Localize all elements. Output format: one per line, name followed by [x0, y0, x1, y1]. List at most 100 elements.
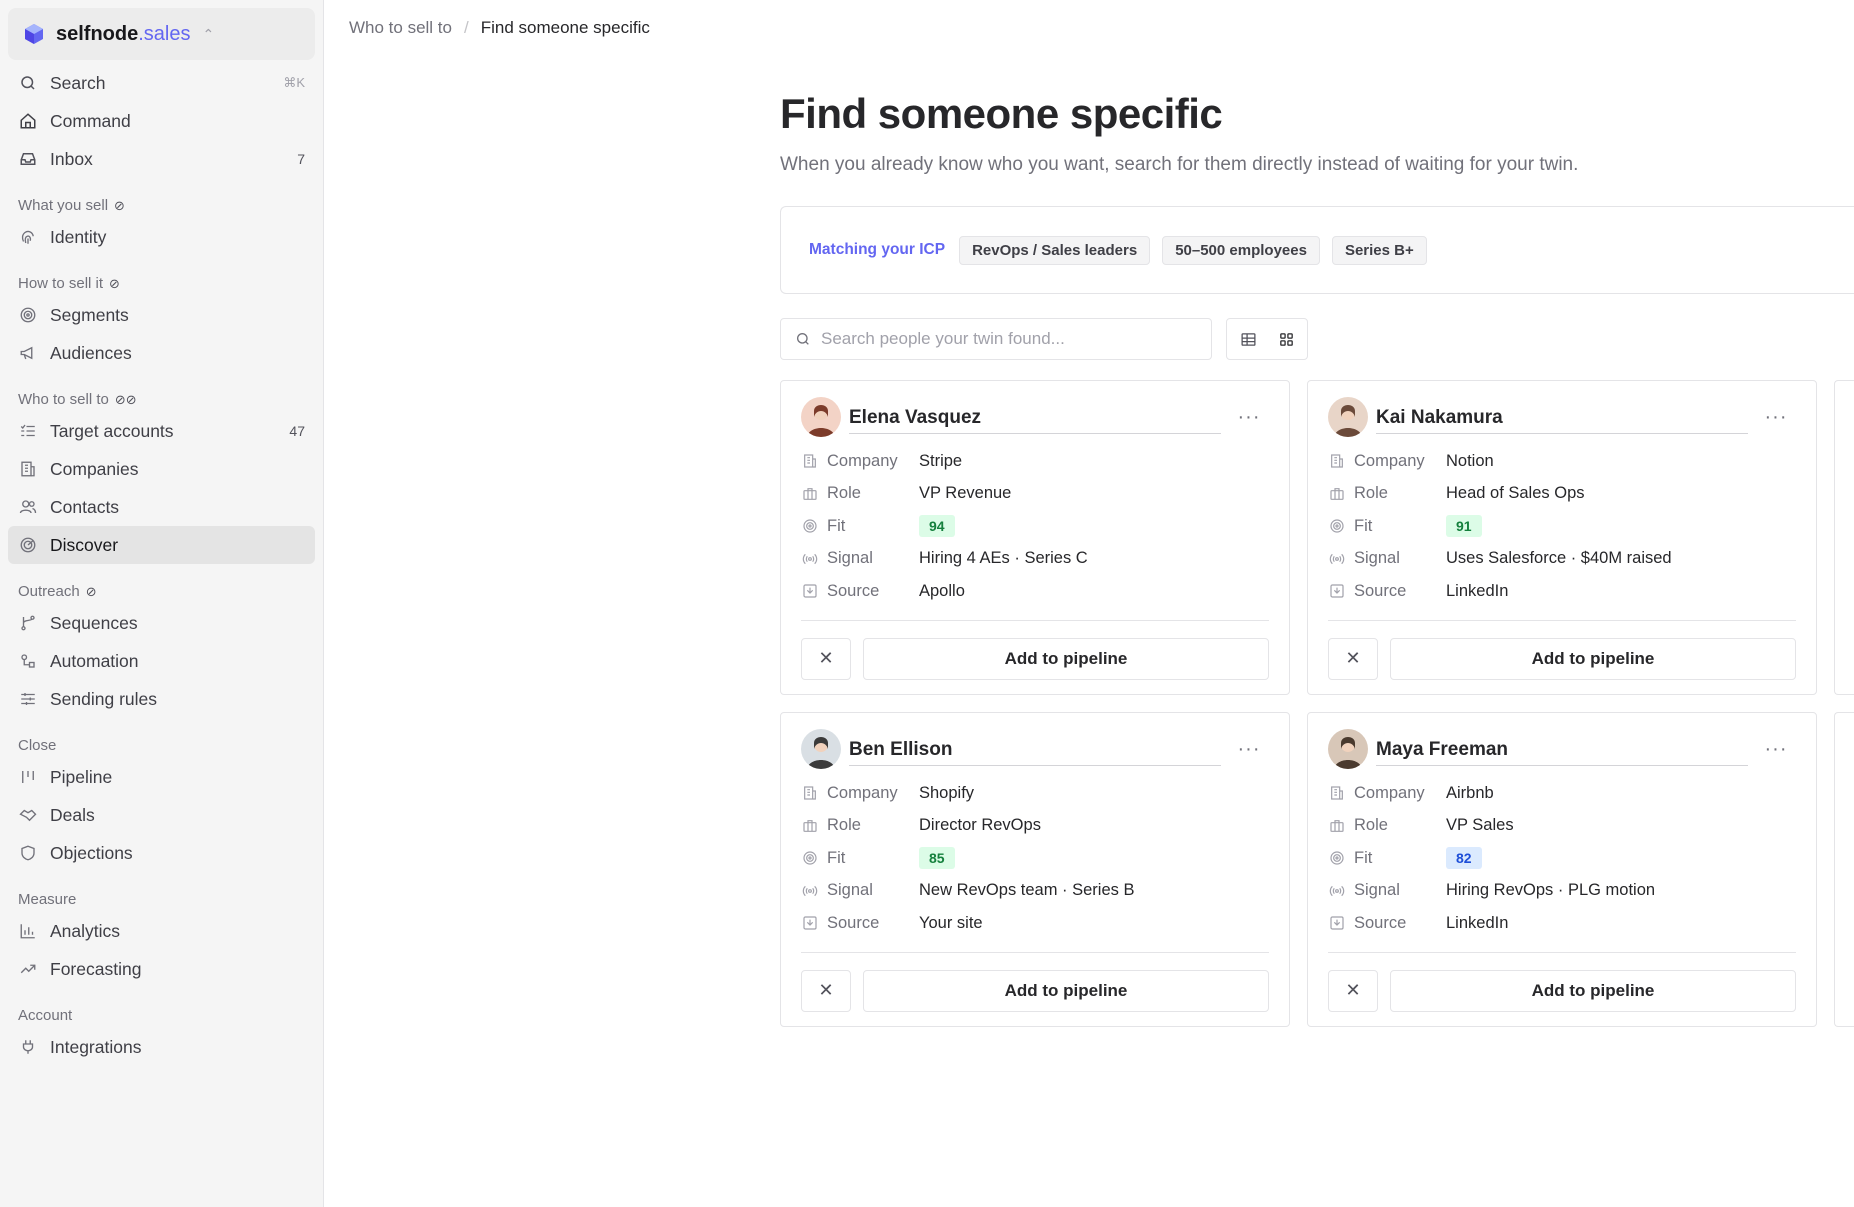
people-search[interactable]	[780, 318, 1212, 360]
sidebar-item-pipeline[interactable]: Pipeline	[8, 758, 315, 796]
grid-icon	[1279, 332, 1293, 346]
bar-chart-icon	[18, 921, 38, 941]
sidebar-item-command[interactable]: Command	[8, 102, 315, 140]
field-label: Source	[1354, 581, 1407, 600]
field-fit: Fit 91	[1328, 510, 1796, 543]
signal-value: Hiring RevOps · PLG motion	[1446, 881, 1656, 900]
sidebar-item-sending-rules[interactable]: Sending rules	[8, 680, 315, 718]
card-divider	[801, 951, 1269, 953]
sidebar-item-identity[interactable]: Identity	[8, 218, 315, 256]
field-signal: Signal Uses Salesforce · $40M raised	[1328, 543, 1796, 576]
field-label: Fit	[1354, 516, 1373, 535]
page-content: Find someone specific When you already k…	[780, 90, 1854, 1027]
sidebar-item-objections[interactable]: Objections	[8, 834, 315, 872]
section-account: Account	[18, 1007, 73, 1024]
field-company: Company Shopify	[801, 777, 1269, 810]
person-name[interactable]: Ben Ellison	[849, 739, 1221, 766]
person-card: Elena Vasquez ··· Company Stripe Role VP…	[780, 380, 1290, 695]
sidebar-item-audiences[interactable]: Audiences	[8, 334, 315, 372]
megaphone-icon	[18, 343, 38, 363]
add-to-pipeline-button[interactable]: Add to pipeline	[863, 969, 1269, 1012]
grid-view-button[interactable]	[1269, 323, 1303, 355]
fit-score-badge: 91	[1446, 515, 1482, 538]
add-to-pipeline-button[interactable]: Add to pipeline	[863, 637, 1269, 680]
field-company: Company Stripe	[801, 445, 1269, 478]
person-name[interactable]: Maya Freeman	[1376, 739, 1748, 766]
workspace-switcher[interactable]: selfnode.sales ⌃	[8, 8, 315, 60]
person-name[interactable]: Kai Nakamura	[1376, 407, 1748, 434]
dismiss-button[interactable]: ✕	[1328, 637, 1378, 680]
main-content: Who to sell to / Find someone specific F…	[325, 0, 1854, 1207]
sidebar-item-discover[interactable]: Discover	[8, 526, 315, 564]
status-icon: ⊘⊘	[114, 392, 137, 407]
icp-label[interactable]: Matching your ICP	[809, 241, 945, 259]
brand-name: selfnode.sales	[56, 22, 191, 45]
field-signal: Signal Hiring 4 AEs · Series C	[801, 543, 1269, 576]
more-options-icon[interactable]: ···	[1756, 406, 1796, 429]
field-label: Source	[1354, 913, 1407, 932]
breadcrumb-parent-link[interactable]: Who to sell to	[349, 18, 452, 38]
add-to-pipeline-button[interactable]: Add to pipeline	[1390, 969, 1796, 1012]
search-input[interactable]	[821, 329, 1197, 349]
sidebar-item-deals[interactable]: Deals	[8, 796, 315, 834]
shortcut-hint: ⌘K	[283, 75, 305, 90]
status-icon: ⊘	[85, 584, 97, 599]
section-measure: Measure	[18, 891, 77, 908]
field-role: Role Director RevOps	[801, 810, 1269, 843]
sidebar-item-inbox[interactable]: Inbox 7	[8, 140, 315, 178]
source-value: Your site	[919, 913, 983, 932]
company-value: Airbnb	[1446, 783, 1494, 802]
field-label: Fit	[827, 848, 846, 867]
breadcrumb: Who to sell to / Find someone specific	[349, 18, 650, 38]
sidebar-item-analytics[interactable]: Analytics	[8, 912, 315, 950]
more-options-icon[interactable]: ···	[1229, 738, 1269, 761]
more-options-icon[interactable]: ···	[1229, 406, 1269, 429]
field-label: Company	[1354, 451, 1425, 470]
person-card	[1834, 380, 1854, 695]
sidebar-item-contacts[interactable]: Contacts	[8, 488, 315, 526]
sidebar-item-sequences[interactable]: Sequences	[8, 604, 315, 642]
sidebar-item-automation[interactable]: Automation	[8, 642, 315, 680]
sidebar-item-search[interactable]: Search ⌘K	[8, 64, 315, 102]
sidebar-item-integrations[interactable]: Integrations	[8, 1028, 315, 1066]
field-fit: Fit 94	[801, 510, 1269, 543]
sidebar-item-forecasting[interactable]: Forecasting	[8, 950, 315, 988]
table-view-button[interactable]	[1231, 323, 1265, 355]
sidebar-item-companies[interactable]: Companies	[8, 450, 315, 488]
icp-chip[interactable]: RevOps / Sales leaders	[959, 235, 1151, 265]
icp-chip[interactable]: Series B+	[1331, 235, 1427, 265]
icp-chip[interactable]: 50–500 employees	[1162, 235, 1320, 265]
field-label: Fit	[827, 516, 846, 535]
role-value: VP Sales	[1446, 816, 1514, 835]
avatar	[1328, 729, 1368, 769]
card-divider	[1328, 619, 1796, 621]
person-name[interactable]: Elena Vasquez	[849, 407, 1221, 434]
sidebar-item-segments[interactable]: Segments	[8, 296, 315, 334]
sidebar-item-target-accounts[interactable]: Target accounts 47	[8, 412, 315, 450]
field-label: Signal	[1354, 881, 1400, 900]
field-fit: Fit 82	[1328, 842, 1796, 875]
status-icon: ⊘	[109, 276, 120, 291]
dismiss-button[interactable]: ✕	[1328, 969, 1378, 1012]
signal-icon	[1328, 550, 1346, 568]
building-icon	[1328, 784, 1346, 802]
download-icon	[1328, 582, 1346, 600]
company-value: Notion	[1446, 451, 1494, 470]
shield-icon	[18, 843, 38, 863]
more-options-icon[interactable]: ···	[1756, 738, 1796, 761]
company-value: Shopify	[919, 783, 975, 802]
people-card-grid: Elena Vasquez ··· Company Stripe Role VP…	[780, 380, 1854, 1027]
section-who-to-sell-to: Who to sell to ⊘⊘	[18, 391, 137, 408]
briefcase-icon	[801, 485, 819, 503]
add-to-pipeline-button[interactable]: Add to pipeline	[1390, 637, 1796, 680]
field-label: Signal	[1354, 549, 1400, 568]
field-label: Company	[827, 451, 898, 470]
company-value: Stripe	[919, 451, 963, 470]
search-icon	[18, 73, 38, 93]
dismiss-button[interactable]: ✕	[801, 637, 851, 680]
field-label: Role	[1354, 816, 1388, 835]
card-divider	[801, 619, 1269, 621]
dismiss-button[interactable]: ✕	[801, 969, 851, 1012]
handshake-icon	[18, 805, 38, 825]
fit-score-badge: 94	[919, 515, 955, 538]
